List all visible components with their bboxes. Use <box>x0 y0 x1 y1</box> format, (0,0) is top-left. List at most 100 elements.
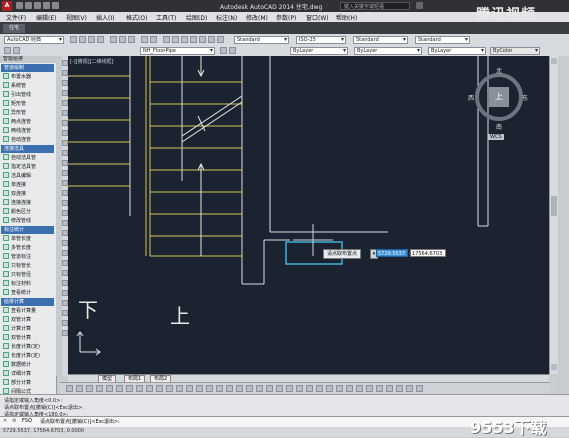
status-toggle-icon[interactable] <box>386 385 393 392</box>
zoom-icon[interactable] <box>172 36 179 43</box>
palette-item[interactable]: 自动连管 <box>3 136 55 144</box>
menu-item[interactable]: 视图(V) <box>66 13 87 22</box>
palette-item[interactable]: 双管计算 <box>3 334 55 342</box>
status-toggle-icon[interactable] <box>196 385 203 392</box>
make-current-icon[interactable] <box>220 47 227 54</box>
menu-item[interactable]: 帮助(H) <box>336 13 357 22</box>
palette-item[interactable]: 管道标注 <box>3 253 55 261</box>
tool-palettes-icon[interactable] <box>208 36 215 43</box>
status-toggle-icon[interactable] <box>356 385 363 392</box>
viewcube-south-label[interactable]: 南 <box>496 122 502 131</box>
layer-properties-icon[interactable] <box>4 47 11 54</box>
palette-section-header[interactable]: 连接洁具 <box>1 145 54 153</box>
layer-state-icon[interactable] <box>13 47 20 54</box>
status-toggle-icon[interactable] <box>266 385 273 392</box>
status-toggle-icon[interactable] <box>66 385 73 392</box>
status-toggle-icon[interactable] <box>286 385 293 392</box>
palette-item[interactable]: 双管计算 <box>3 316 55 324</box>
text-style-select[interactable]: Standard <box>234 36 289 44</box>
new-icon[interactable] <box>70 36 77 43</box>
viewcube-top-face[interactable]: 上 <box>489 87 509 107</box>
menu-item[interactable]: 参数(P) <box>276 13 296 22</box>
x-coordinate-input[interactable]: 5729.5537 <box>376 249 408 257</box>
palette-item[interactable]: 单连接 <box>3 181 55 189</box>
undo-icon[interactable] <box>141 36 148 43</box>
zoom-window-icon[interactable] <box>181 36 188 43</box>
menu-item[interactable]: 格式(O) <box>126 13 147 22</box>
palette-item[interactable]: 多管长度 <box>3 244 55 252</box>
save-icon[interactable] <box>34 2 41 9</box>
undo-icon[interactable] <box>43 2 50 9</box>
status-toggle-icon[interactable] <box>366 385 373 392</box>
menu-item[interactable]: 修改(M) <box>246 13 268 22</box>
status-toggle-icon[interactable] <box>406 385 413 392</box>
layer-previous-icon[interactable] <box>229 47 236 54</box>
paste-icon[interactable] <box>128 36 135 43</box>
mleader-style-select[interactable]: Standard <box>415 36 470 44</box>
status-toggle-icon[interactable] <box>216 385 223 392</box>
status-toggle-icon[interactable] <box>256 385 263 392</box>
menu-item[interactable]: 工具(T) <box>156 13 176 22</box>
palette-item[interactable]: 两点连管 <box>3 118 55 126</box>
palette-item[interactable]: 只标管长 <box>3 262 55 270</box>
pan-icon[interactable] <box>163 36 170 43</box>
viewport-controls[interactable]: [-][俯视][二维线框] <box>70 58 114 65</box>
status-toggle-icon[interactable] <box>166 385 173 392</box>
status-toggle-icon[interactable] <box>336 385 343 392</box>
menu-item[interactable]: 编辑(E) <box>36 13 56 22</box>
palette-item[interactable]: 修改管线 <box>3 217 55 225</box>
palette-item[interactable]: 详细计算 <box>3 370 55 378</box>
status-toggle-icon[interactable] <box>226 385 233 392</box>
lineweight-select[interactable]: ByLayer <box>428 47 486 55</box>
scroll-thumb[interactable] <box>551 196 557 216</box>
status-toggle-icon[interactable] <box>96 385 103 392</box>
scroll-up-arrow[interactable] <box>551 58 557 64</box>
palette-item[interactable]: 颜色区分 <box>3 208 55 216</box>
status-toggle-icon[interactable] <box>126 385 133 392</box>
new-icon[interactable] <box>16 2 23 9</box>
search-input[interactable]: 键入关键字或短语 <box>340 2 410 10</box>
menu-item[interactable]: 标注(N) <box>216 13 237 22</box>
status-toggle-icon[interactable] <box>146 385 153 392</box>
palette-item[interactable]: 矩形管 <box>3 100 55 108</box>
palette-item[interactable]: 单管长度 <box>3 235 55 243</box>
color-select[interactable]: ByLayer <box>290 47 348 55</box>
menu-item[interactable]: 窗口(W) <box>306 13 329 22</box>
menu-item[interactable]: 插入(I) <box>96 13 114 22</box>
palette-item[interactable]: 引出管线 <box>3 91 55 99</box>
status-toggle-icon[interactable] <box>76 385 83 392</box>
palette-item[interactable]: 查看统计 <box>3 289 55 297</box>
status-toggle-icon[interactable] <box>306 385 313 392</box>
status-toggle-icon[interactable] <box>116 385 123 392</box>
status-toggle-icon[interactable] <box>176 385 183 392</box>
y-coordinate-input[interactable]: 17564.6703 <box>410 249 446 257</box>
status-toggle-icon[interactable] <box>156 385 163 392</box>
status-toggle-icon[interactable] <box>396 385 403 392</box>
palette-item[interactable]: 洁具编辑 <box>3 172 55 180</box>
palette-section-header[interactable]: 给排计算 <box>1 298 54 306</box>
save-icon[interactable] <box>88 36 95 43</box>
palette-item[interactable]: 异形管 <box>3 109 55 117</box>
palette-item[interactable]: 只标管径 <box>3 271 55 279</box>
properties-icon[interactable] <box>190 36 197 43</box>
menu-item[interactable]: 文件(F) <box>6 13 26 22</box>
scroll-down-arrow[interactable] <box>551 364 557 370</box>
palette-section-header[interactable]: 管道绘制 <box>1 64 54 72</box>
status-toggle-icon[interactable] <box>376 385 383 392</box>
palette-section-header[interactable]: 标注统计 <box>1 226 54 234</box>
open-icon[interactable] <box>25 2 32 9</box>
status-toggle-icon[interactable] <box>326 385 333 392</box>
open-icon[interactable] <box>79 36 86 43</box>
status-toggle-icon[interactable] <box>416 385 423 392</box>
status-toggle-icon[interactable] <box>206 385 213 392</box>
redo-icon[interactable] <box>52 2 59 9</box>
viewcube-east-label[interactable]: 东 <box>522 93 528 102</box>
status-toggle-icon[interactable] <box>236 385 243 392</box>
status-toggle-icon[interactable] <box>246 385 253 392</box>
palette-item[interactable]: 布置水器 <box>3 73 55 81</box>
palette-item[interactable]: 长度计算(定) <box>3 352 55 360</box>
palette-item[interactable]: 指定洁具管 <box>3 163 55 171</box>
palette-item[interactable]: 查看计算量 <box>3 307 55 315</box>
status-toggle-icon[interactable] <box>316 385 323 392</box>
help-icon[interactable] <box>217 36 224 43</box>
